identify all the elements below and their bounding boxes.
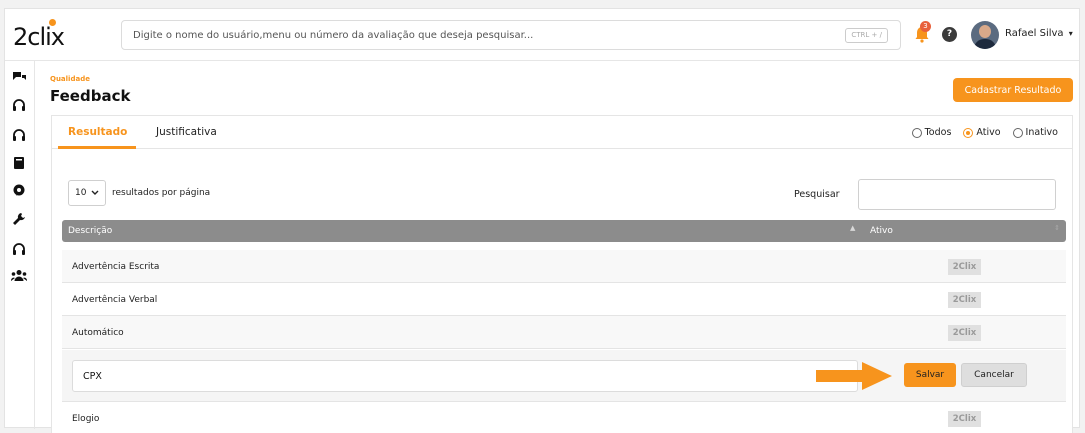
- status-filter: Todos Ativo Inativo: [911, 127, 1058, 138]
- table-header: Descrição ▲ Ativo ⇕: [62, 220, 1066, 242]
- per-page-select[interactable]: 10: [68, 180, 106, 206]
- user-name: Rafael Silva: [1005, 28, 1064, 39]
- tab-justificativa[interactable]: Justificativa: [156, 126, 217, 138]
- avatar[interactable]: [971, 21, 999, 49]
- sidebar: [5, 61, 35, 429]
- help-icon[interactable]: ?: [942, 27, 957, 42]
- app-window: 2clix CTRL + / 3 ? Rafael Silva ▾: [4, 8, 1080, 433]
- row-tag: 2Clix: [948, 325, 981, 341]
- row-description: Automático: [72, 328, 124, 338]
- chevron-down-icon: ▾: [1068, 29, 1073, 38]
- users-icon[interactable]: [11, 267, 27, 283]
- global-search: CTRL + /: [121, 20, 901, 50]
- book-icon[interactable]: [11, 155, 27, 171]
- search-input[interactable]: [122, 21, 822, 49]
- radio-ativo[interactable]: Ativo: [963, 127, 1001, 138]
- per-page-label: resultados por página: [112, 188, 211, 198]
- headset-icon[interactable]: [11, 97, 27, 113]
- description-edit-input[interactable]: [72, 360, 858, 392]
- search-shortcut: CTRL + /: [845, 28, 888, 43]
- table-row[interactable]: Automático 2Clix: [62, 316, 1066, 349]
- table-row[interactable]: Elogio 2Clix: [62, 402, 1066, 433]
- row-description: Elogio: [72, 414, 100, 424]
- row-description: Advertência Verbal: [72, 295, 158, 305]
- arrow-right-icon: [816, 362, 892, 390]
- add-result-button[interactable]: Cadastrar Resultado: [953, 78, 1073, 102]
- row-description: Advertência Escrita: [72, 262, 160, 272]
- table-search-input[interactable]: [858, 179, 1056, 210]
- active-tab-indicator: [58, 146, 136, 149]
- edit-row: Salvar Cancelar: [62, 350, 1066, 402]
- sort-icon[interactable]: ▲: [850, 224, 855, 232]
- headset-icon[interactable]: [11, 241, 27, 257]
- table-row[interactable]: Advertência Verbal 2Clix: [62, 283, 1066, 316]
- app-logo[interactable]: 2clix: [13, 19, 65, 51]
- main-panel: Resultado Justificativa Todos Ativo Inat…: [51, 115, 1073, 433]
- tab-bar: Resultado Justificativa Todos Ativo Inat…: [52, 116, 1072, 149]
- notification-badge: 3: [920, 21, 931, 32]
- radio-todos[interactable]: Todos: [911, 127, 951, 138]
- brain-icon[interactable]: [11, 183, 27, 199]
- bell-icon[interactable]: 3: [914, 21, 931, 43]
- radio-inativo[interactable]: Inativo: [1012, 127, 1058, 138]
- column-header-description[interactable]: Descrição: [68, 226, 112, 236]
- page-title: Feedback: [50, 87, 131, 105]
- table-row[interactable]: Advertência Escrita 2Clix: [62, 250, 1066, 283]
- row-tag: 2Clix: [948, 411, 981, 427]
- chevron-down-icon: [91, 190, 99, 195]
- cancel-button[interactable]: Cancelar: [961, 363, 1027, 387]
- sort-icon[interactable]: ⇕: [1054, 224, 1060, 232]
- row-tag: 2Clix: [948, 259, 981, 275]
- per-page-control: 10 resultados por página: [68, 180, 210, 206]
- wrench-icon[interactable]: [11, 211, 27, 227]
- breadcrumb[interactable]: Qualidade: [50, 75, 90, 83]
- row-tag: 2Clix: [948, 292, 981, 308]
- headset-icon[interactable]: [11, 127, 27, 143]
- chat-icon[interactable]: [11, 69, 27, 85]
- save-button[interactable]: Salvar: [904, 363, 956, 387]
- tab-resultado[interactable]: Resultado: [68, 126, 127, 138]
- user-menu[interactable]: Rafael Silva ▾: [1005, 28, 1073, 39]
- table-search-label: Pesquisar: [794, 189, 840, 200]
- top-bar: 2clix CTRL + / 3 ? Rafael Silva ▾: [5, 9, 1079, 61]
- column-header-active[interactable]: Ativo: [870, 226, 893, 236]
